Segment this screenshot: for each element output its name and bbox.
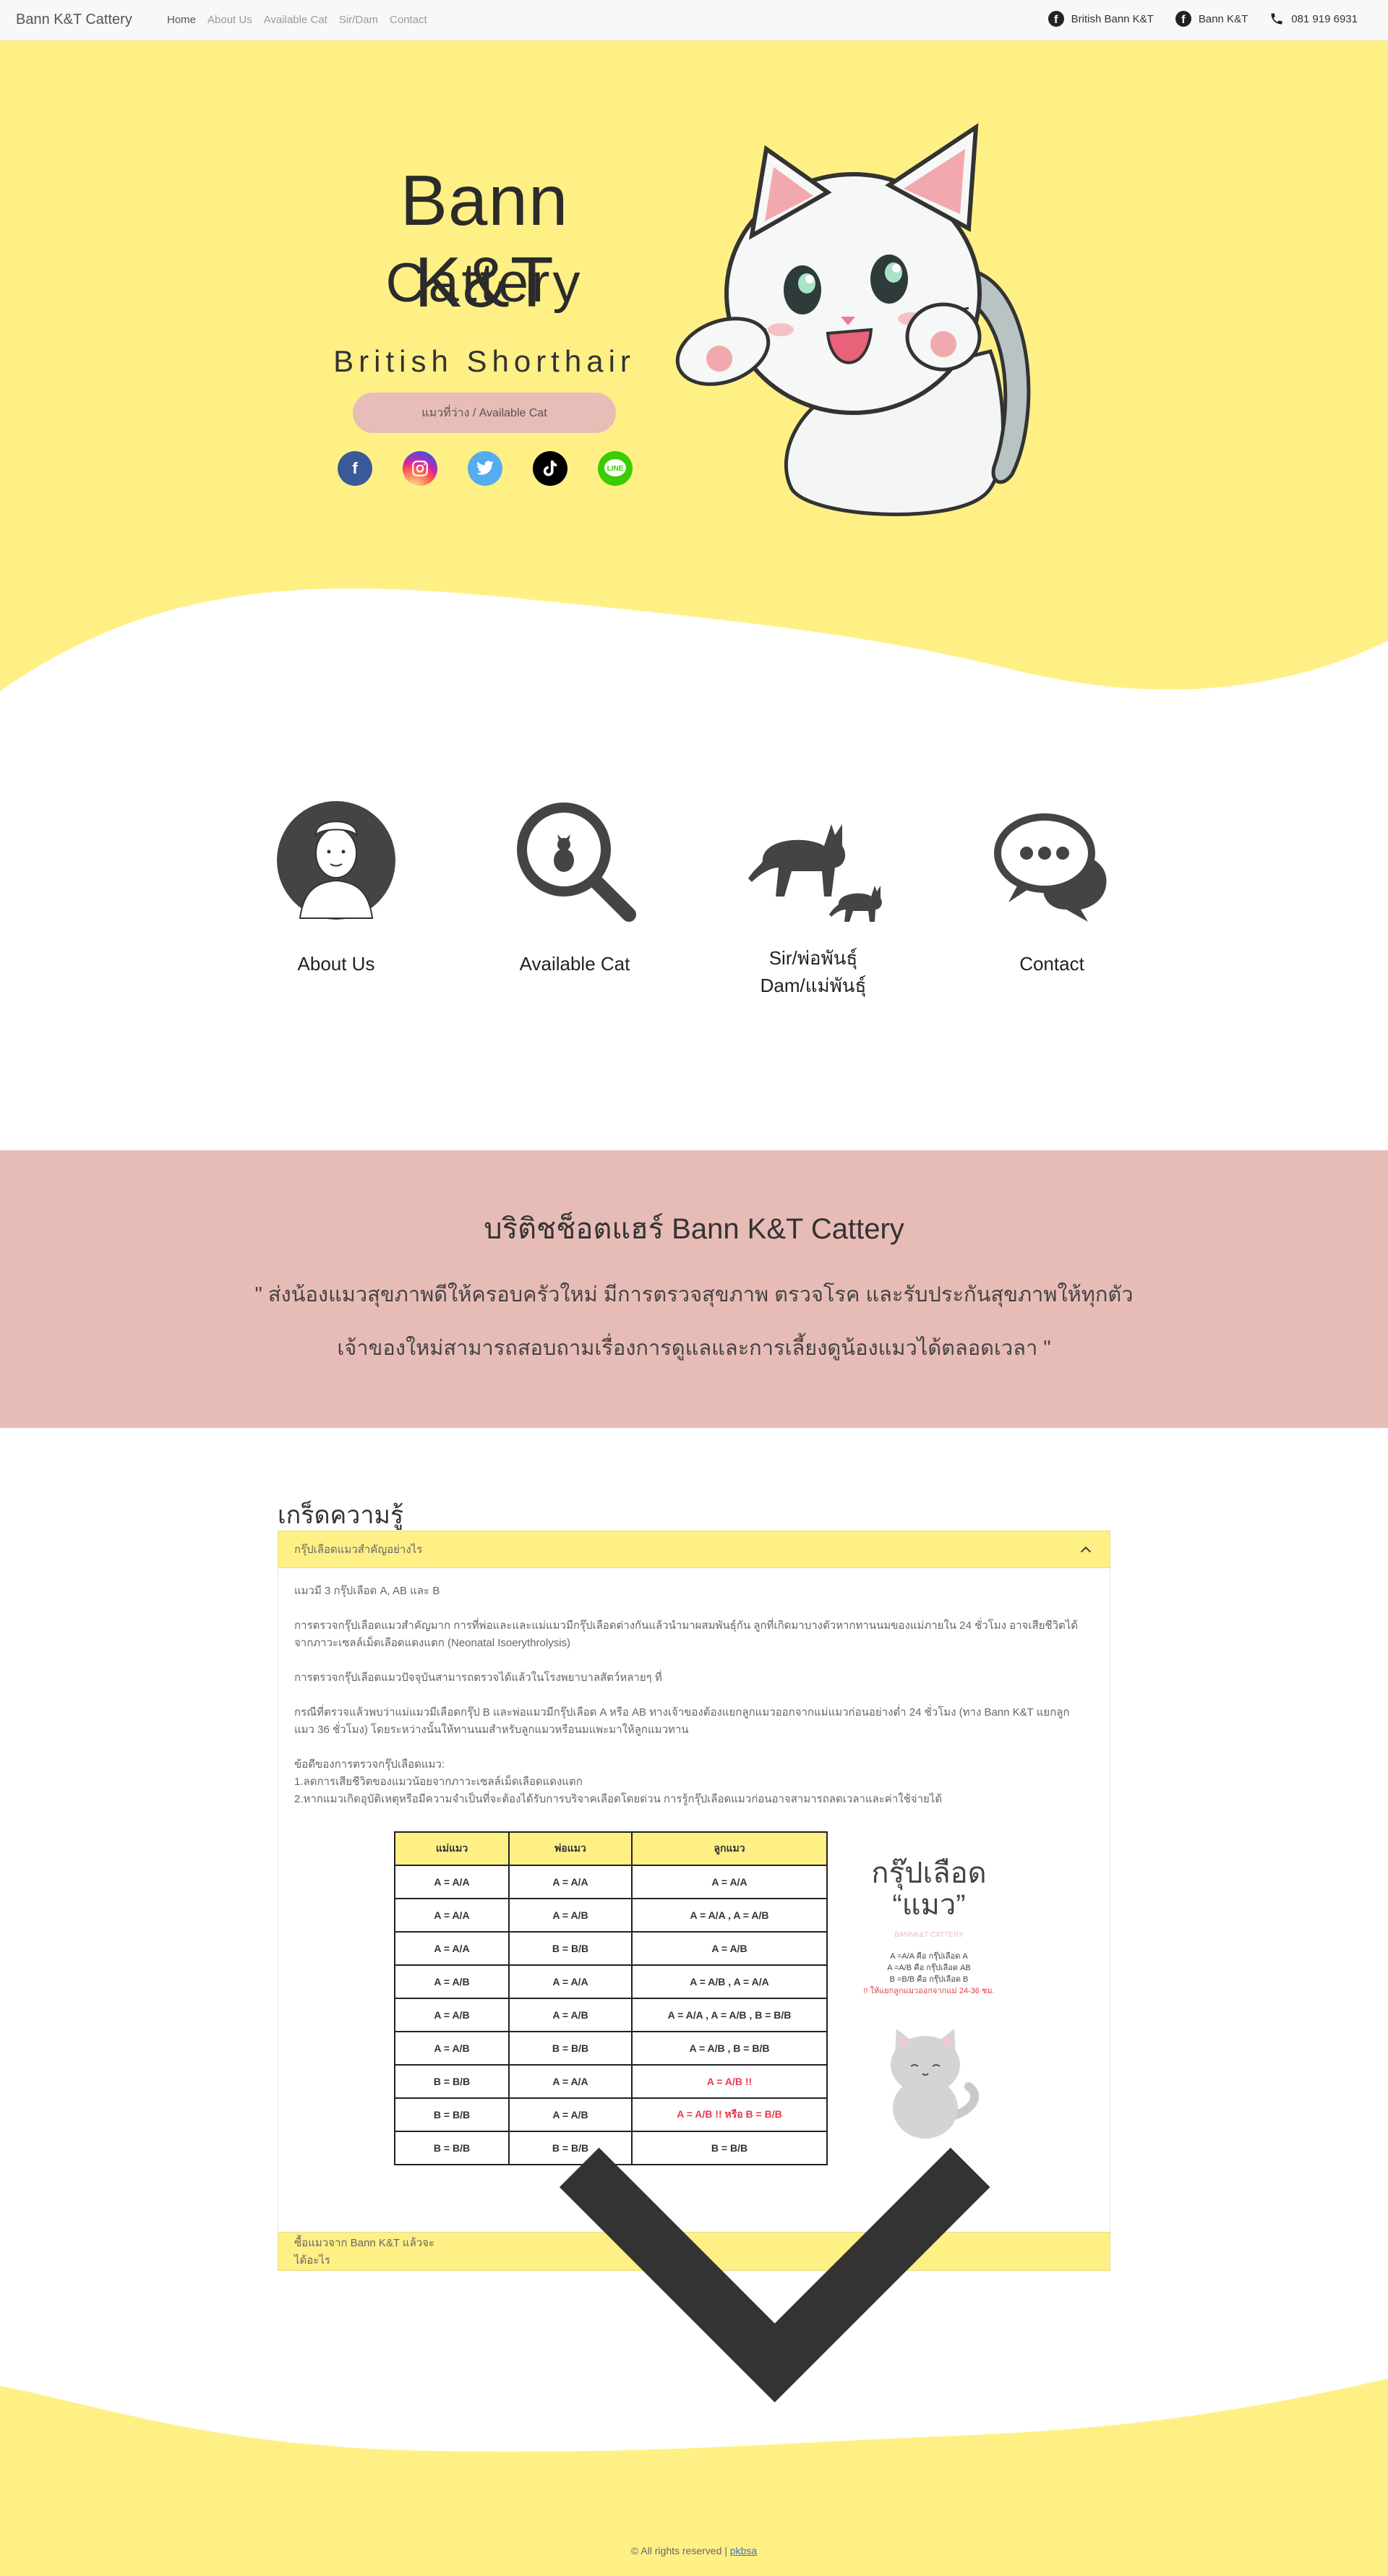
nav-contact[interactable]: Contact <box>390 14 427 26</box>
table-row: A = A/A A = A/A A = A/A <box>394 1865 828 1899</box>
poster-title-1: กรุ๊ปเลือด <box>871 1857 987 1889</box>
blood-paragraph-2: การตรวจกรุ๊ปเลือดแมวสำคัญมาก การที่พ่อแล… <box>294 1619 1079 1649</box>
facebook-icon: f <box>1048 11 1064 27</box>
blood-paragraph-6: 1.ลดการเสียชีวิตของแมวน้อยจากภาวะเซลล์เม… <box>294 1776 583 1788</box>
line-icon[interactable]: LINE <box>598 451 633 486</box>
chevron-up-icon <box>1080 1546 1092 1553</box>
about-line-1: " ส่งน้องแมวสุขภาพดีให้ครอบครัวใหม่ มีกา… <box>254 1283 1134 1306</box>
chef-avatar-icon <box>271 795 401 925</box>
facebook-link-2-label: Bann K&T <box>1198 12 1248 25</box>
accordion-header-blood-type-label: กรุ๊ปเลือดแมวสำคัญอย่างไร <box>294 1544 423 1556</box>
hero-wave <box>0 588 1388 720</box>
facebook-link-1-label: British Bann K&T <box>1071 12 1154 25</box>
footer-copyright: © All rights reserved | pkbsa <box>0 2545 1388 2556</box>
search-cat-icon <box>510 795 640 925</box>
table-cell: A = A/A <box>508 1865 633 1899</box>
table-header-row: แม่แมว พ่อแมว ลูกแมว <box>394 1831 828 1866</box>
copyright-text: © All rights reserved | <box>630 2545 730 2556</box>
table-header-father: พ่อแมว <box>508 1831 633 1866</box>
table-header-kitten: ลูกแมว <box>631 1831 828 1866</box>
feature-contact-label: Contact <box>1019 953 1084 975</box>
author-link[interactable]: pkbsa <box>730 2545 757 2556</box>
blood-paragraph-4: กรณีที่ตรวจแล้วพบว่าแม่แมวมีเลือดกรุ๊ป B… <box>294 1706 1070 1736</box>
cats-icon <box>748 795 882 925</box>
feature-dam-label: Dam/แม่พันธุ์ <box>760 975 867 996</box>
brand-link[interactable]: Bann K&T Cattery <box>16 12 132 28</box>
available-cat-button[interactable]: แมวที่ว่าง / Available Cat <box>353 393 616 433</box>
feature-available-cat[interactable]: Available Cat <box>466 795 683 977</box>
instagram-icon[interactable] <box>403 451 437 486</box>
feature-about-us-label: About Us <box>297 953 375 975</box>
phone-label: 081 919 6931 <box>1291 12 1358 25</box>
blood-paragraph-1: แมวมี 3 กรุ๊ปเลือด A, AB และ B <box>294 1585 440 1597</box>
facebook-link-2[interactable]: f Bann K&T <box>1175 11 1248 27</box>
blood-paragraph-7: 2.หากแมวเกิดอุบัติเหตุหรือมีความจำเป็นที… <box>294 1793 943 1805</box>
facebook-icon: f <box>1175 11 1191 27</box>
hero-subtitle: British Shorthair <box>333 344 635 378</box>
phone-icon <box>1271 13 1282 25</box>
accordion-header-blood-type[interactable]: กรุ๊ปเลือดแมวสำคัญอย่างไร <box>278 1531 1110 1568</box>
twitter-icon[interactable] <box>468 451 502 486</box>
tiktok-icon[interactable] <box>533 451 567 486</box>
hero-section: Bann K&T Cattery British Shorthair แมวที… <box>0 40 1388 720</box>
nav-available-cat[interactable]: Available Cat <box>264 14 327 26</box>
feature-sir-label: Sir/พ่อพันธุ์ <box>768 947 858 969</box>
blood-paragraph-3: การตรวจกรุ๊ปเลือดแมวปัจจุบันสามารถตรวจได… <box>294 1672 662 1684</box>
feature-about-us[interactable]: About Us <box>228 795 445 977</box>
knowledge-title: เกร็ดความรู้ <box>278 1502 404 1529</box>
about-banner: บริติชช็อตแฮร์ Bann K&T Cattery " ส่งน้อ… <box>0 1150 1388 1428</box>
table-header-mother: แม่แมว <box>394 1831 510 1866</box>
blood-paragraph-5: ข้อดีของการตรวจกรุ๊ปเลือดแมว: <box>294 1758 445 1771</box>
facebook-icon[interactable]: f <box>338 451 372 486</box>
feature-sir-dam[interactable]: Sir/พ่อพันธุ์ Dam/แม่พันธุ์ <box>705 795 922 999</box>
phone-link[interactable]: 081 919 6931 <box>1269 11 1358 27</box>
nav-contact-info: f British Bann K&T f Bann K&T 081 919 69… <box>1048 11 1358 27</box>
nav-sir-dam[interactable]: Sir/Dam <box>339 14 378 26</box>
cat-illustration <box>675 123 1031 516</box>
about-line-2: เจ้าของใหม่สามารถสอบถามเรื่องการดูแลและก… <box>337 1337 1051 1360</box>
nav-links: Home About Us Available Cat Sir/Dam Cont… <box>167 14 427 26</box>
knowledge-accordion: กรุ๊ปเลือดแมวสำคัญอย่างไร แมวมี 3 กรุ๊ปเ… <box>278 1531 1110 2403</box>
accordion-header-benefits-label: ซื้อแมวจาก Bann K&T แล้วจะได้อะไร <box>294 2237 435 2267</box>
nav-home[interactable]: Home <box>167 14 196 26</box>
social-links: f LINE <box>338 451 633 486</box>
facebook-link-1[interactable]: f British Bann K&T <box>1048 11 1154 27</box>
table-cell: A = A/A <box>394 1865 510 1899</box>
accordion-header-benefits[interactable]: ซื้อแมวจาก Bann K&T แล้วจะได้อะไร <box>278 2147 1110 2403</box>
table-cell: A = A/A <box>631 1865 828 1899</box>
hero-title-line2: Cattery <box>385 252 583 314</box>
feature-sir-dam-label: Sir/พ่อพันธุ์ Dam/แม่พันธุ์ <box>705 944 922 999</box>
about-title: บริติชช็อตแฮร์ Bann K&T Cattery <box>484 1213 904 1245</box>
navbar: Bann K&T Cattery Home About Us Available… <box>0 0 1388 40</box>
svg-text:LINE: LINE <box>607 465 624 473</box>
feature-contact[interactable]: Contact <box>943 795 1160 977</box>
feature-available-cat-label: Available Cat <box>519 953 630 975</box>
nav-about[interactable]: About Us <box>207 14 252 26</box>
chat-icon <box>987 795 1117 925</box>
